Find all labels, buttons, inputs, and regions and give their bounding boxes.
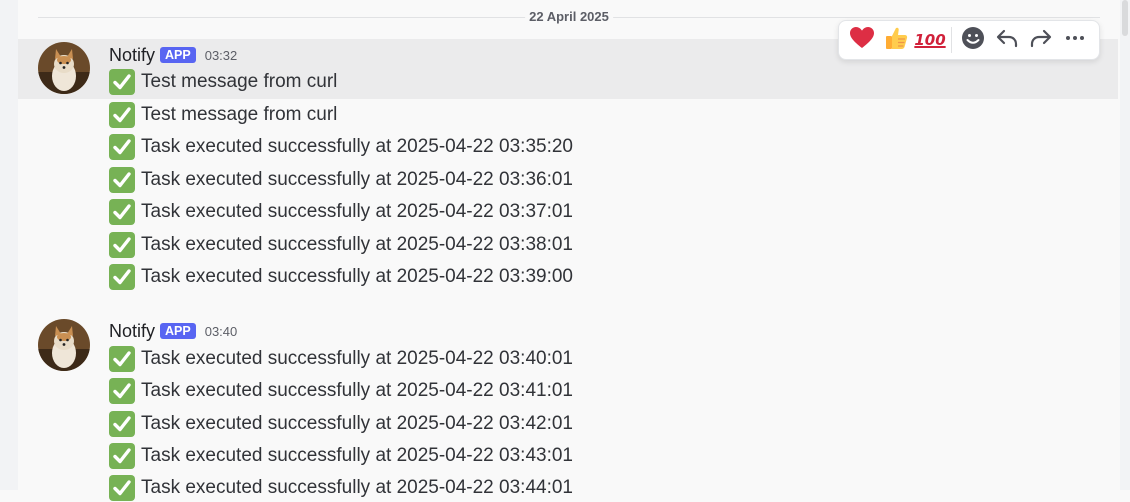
message-text: Task executed successfully at 2025-04-22… bbox=[141, 445, 573, 466]
message-text: Test message from curl bbox=[141, 71, 338, 92]
message-text: Task executed successfully at 2025-04-22… bbox=[141, 477, 573, 498]
message-timestamp[interactable]: 03:32 bbox=[205, 48, 238, 63]
message-text: Task executed successfully at 2025-04-22… bbox=[141, 234, 573, 255]
app-badge: APP bbox=[160, 47, 196, 63]
check-mark-icon bbox=[109, 475, 135, 501]
add-reaction-button[interactable] bbox=[956, 23, 990, 57]
heart-icon bbox=[849, 26, 875, 55]
message-line: Task executed successfully at 2025-04-22… bbox=[109, 474, 573, 502]
message-text: Task executed successfully at 2025-04-22… bbox=[141, 380, 573, 401]
check-mark-icon bbox=[109, 232, 135, 258]
forward-icon bbox=[1029, 26, 1053, 55]
forward-button[interactable] bbox=[1024, 23, 1058, 57]
app-badge: APP bbox=[160, 323, 196, 339]
hundred-points-icon: 100 bbox=[914, 31, 946, 49]
message-line: Task executed successfully at 2025-04-22… bbox=[109, 345, 573, 373]
message-timestamp[interactable]: 03:40 bbox=[205, 324, 238, 339]
check-mark-icon bbox=[109, 199, 135, 225]
message-text: Test message from curl bbox=[141, 104, 338, 125]
check-mark-icon bbox=[109, 378, 135, 404]
check-mark-icon bbox=[109, 411, 135, 437]
check-mark-icon bbox=[109, 102, 135, 128]
message-text: Task executed successfully at 2025-04-22… bbox=[141, 136, 573, 157]
toolbar-separator bbox=[951, 27, 952, 53]
message-text: Task executed successfully at 2025-04-22… bbox=[141, 201, 573, 222]
reply-button[interactable] bbox=[990, 23, 1024, 57]
message-text: Task executed successfully at 2025-04-22… bbox=[141, 348, 573, 369]
left-gutter bbox=[0, 0, 18, 490]
message-line: Task executed successfully at 2025-04-22… bbox=[109, 442, 573, 470]
check-mark-icon bbox=[109, 167, 135, 193]
check-mark-icon bbox=[109, 443, 135, 469]
message-header: Notify APP 03:40 bbox=[109, 320, 237, 342]
author-name[interactable]: Notify bbox=[109, 321, 155, 342]
check-mark-icon bbox=[109, 69, 135, 95]
more-icon bbox=[1063, 26, 1087, 55]
message-text: Task executed successfully at 2025-04-22… bbox=[141, 266, 573, 287]
thumbs-up-icon bbox=[883, 25, 909, 56]
hundred-reaction-button[interactable]: 100 bbox=[913, 23, 947, 57]
message-actions-toolbar: 100 bbox=[838, 20, 1100, 60]
date-divider-label: 22 April 2025 bbox=[525, 9, 613, 24]
message-text: Task executed successfully at 2025-04-22… bbox=[141, 169, 573, 190]
check-mark-icon bbox=[109, 134, 135, 160]
check-mark-icon bbox=[109, 264, 135, 290]
avatar[interactable] bbox=[38, 319, 90, 371]
message-text: Task executed successfully at 2025-04-22… bbox=[141, 413, 573, 434]
message-line: Task executed successfully at 2025-04-22… bbox=[109, 198, 573, 226]
author-name[interactable]: Notify bbox=[109, 45, 155, 66]
message-line: Test message from curl bbox=[109, 101, 337, 129]
reply-icon bbox=[995, 26, 1019, 55]
more-options-button[interactable] bbox=[1058, 23, 1092, 57]
message-line: Test message from curl bbox=[109, 68, 337, 96]
message-line: Task executed successfully at 2025-04-22… bbox=[109, 133, 573, 161]
scrollbar-track[interactable] bbox=[1120, 0, 1130, 490]
thumbs-up-reaction-button[interactable] bbox=[879, 23, 913, 57]
message-line: Task executed successfully at 2025-04-22… bbox=[109, 166, 573, 194]
message-line: Task executed successfully at 2025-04-22… bbox=[109, 231, 573, 259]
add-reaction-icon bbox=[961, 26, 985, 55]
heart-reaction-button[interactable] bbox=[845, 23, 879, 57]
message-line: Task executed successfully at 2025-04-22… bbox=[109, 263, 573, 291]
scrollbar-thumb[interactable] bbox=[1122, 0, 1128, 36]
message-header: Notify APP 03:32 bbox=[109, 44, 237, 66]
avatar[interactable] bbox=[38, 42, 90, 94]
message-line: Task executed successfully at 2025-04-22… bbox=[109, 377, 573, 405]
message-line: Task executed successfully at 2025-04-22… bbox=[109, 410, 573, 438]
check-mark-icon bbox=[109, 346, 135, 372]
